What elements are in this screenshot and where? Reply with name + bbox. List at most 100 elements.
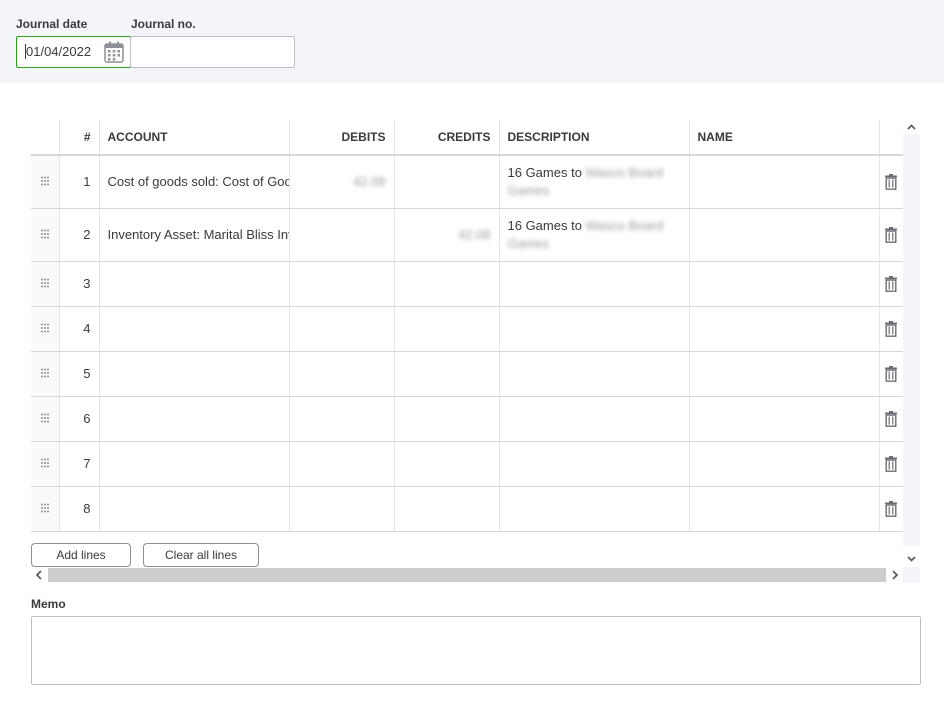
table-row[interactable]: 4 — [31, 306, 903, 352]
account-cell[interactable]: Inventory Asset: Marital Bliss Inventory — [99, 208, 290, 262]
journal-no-label: Journal no. — [131, 17, 196, 31]
scroll-up-icon[interactable] — [906, 122, 917, 133]
trash-icon[interactable] — [885, 275, 898, 292]
journal-date-field[interactable]: 01/04/2022 — [16, 36, 131, 68]
description-cell[interactable] — [499, 261, 690, 307]
delete-row-cell[interactable] — [879, 396, 903, 442]
description-cell[interactable] — [499, 306, 690, 352]
table-row[interactable]: 8 — [31, 486, 903, 532]
drag-handle-icon[interactable] — [40, 176, 50, 186]
name-cell[interactable] — [689, 306, 880, 352]
name-cell[interactable] — [689, 208, 880, 262]
name-cell[interactable] — [689, 396, 880, 442]
name-cell[interactable] — [689, 351, 880, 397]
trash-icon[interactable] — [885, 174, 898, 190]
table-row[interactable]: 6 — [31, 396, 903, 442]
scrollbar-corner — [903, 567, 920, 583]
credit-cell[interactable] — [394, 396, 500, 442]
credit-cell[interactable] — [394, 441, 500, 487]
scroll-down-icon[interactable] — [906, 553, 917, 564]
row-drag-handle[interactable] — [31, 441, 60, 487]
debit-cell[interactable]: 42.08 — [289, 155, 395, 209]
delete-row-cell[interactable] — [879, 441, 903, 487]
debit-cell[interactable] — [289, 261, 395, 307]
debit-cell[interactable] — [289, 441, 395, 487]
add-lines-button[interactable]: Add lines — [31, 543, 131, 567]
delete-row-cell[interactable] — [879, 351, 903, 397]
account-cell[interactable] — [99, 396, 290, 442]
description-cell[interactable]: 16 Games to Wasco Board Games — [499, 208, 690, 262]
description-cell[interactable]: 16 Games to Wasco Board Games — [499, 155, 690, 209]
description-cell[interactable] — [499, 396, 690, 442]
debit-cell[interactable] — [289, 208, 395, 262]
debit-cell[interactable] — [289, 396, 395, 442]
row-drag-handle[interactable] — [31, 306, 60, 352]
memo-field[interactable] — [31, 616, 921, 685]
drag-handle-icon[interactable] — [40, 229, 50, 239]
description-cell[interactable] — [499, 351, 690, 397]
row-drag-handle[interactable] — [31, 396, 60, 442]
trash-icon[interactable] — [885, 320, 898, 337]
row-drag-handle[interactable] — [31, 155, 60, 209]
row-drag-handle[interactable] — [31, 486, 60, 532]
account-cell[interactable] — [99, 351, 290, 397]
delete-row-cell[interactable] — [879, 155, 903, 209]
table-row[interactable]: 7 — [31, 441, 903, 487]
debit-cell[interactable] — [289, 351, 395, 397]
scroll-left-icon[interactable] — [33, 569, 45, 581]
drag-handle-icon[interactable] — [40, 368, 50, 378]
row-drag-handle[interactable] — [31, 351, 60, 397]
table-row[interactable]: 3 — [31, 261, 903, 307]
name-cell[interactable] — [689, 486, 880, 532]
horizontal-scrollbar[interactable] — [31, 567, 903, 583]
account-cell[interactable] — [99, 261, 290, 307]
account-cell[interactable] — [99, 486, 290, 532]
credit-cell[interactable] — [394, 155, 500, 209]
drag-handle-icon[interactable] — [40, 323, 50, 333]
trash-icon[interactable] — [885, 410, 898, 427]
account-cell[interactable]: Cost of goods sold: Cost of Goods Sold — [99, 155, 290, 209]
row-drag-handle[interactable] — [31, 261, 60, 307]
trash-icon[interactable] — [885, 226, 898, 243]
name-cell[interactable] — [689, 155, 880, 209]
credit-cell[interactable] — [394, 486, 500, 532]
scroll-right-icon[interactable] — [889, 569, 901, 581]
debit-cell[interactable] — [289, 306, 395, 352]
memo-label: Memo — [31, 597, 66, 611]
calendar-icon[interactable] — [104, 41, 124, 63]
account-cell[interactable] — [99, 306, 290, 352]
table-row[interactable]: 2Inventory Asset: Marital Bliss Inventor… — [31, 208, 903, 262]
drag-handle-icon[interactable] — [40, 458, 50, 468]
description-cell[interactable] — [499, 441, 690, 487]
delete-row-cell[interactable] — [879, 208, 903, 262]
drag-handle-icon[interactable] — [40, 413, 50, 423]
trash-icon[interactable] — [885, 365, 898, 382]
row-drag-handle[interactable] — [31, 208, 60, 262]
delete-row-cell[interactable] — [879, 306, 903, 352]
credit-cell[interactable] — [394, 306, 500, 352]
credit-cell[interactable]: 42.08 — [394, 208, 500, 262]
name-cell[interactable] — [689, 261, 880, 307]
table-row[interactable]: 5 — [31, 351, 903, 397]
journal-no-field[interactable] — [130, 36, 295, 68]
trash-icon[interactable] — [885, 455, 898, 472]
description-cell[interactable] — [499, 486, 690, 532]
vertical-scroll-track[interactable] — [903, 134, 920, 546]
debit-cell[interactable] — [289, 486, 395, 532]
trash-icon[interactable] — [885, 500, 898, 517]
handle-header — [31, 120, 60, 156]
account-cell[interactable] — [99, 441, 290, 487]
horizontal-scroll-thumb[interactable] — [48, 568, 886, 582]
credit-cell[interactable] — [394, 261, 500, 307]
table-row[interactable]: 1Cost of goods sold: Cost of Goods Sold 4… — [31, 155, 903, 209]
drag-handle-icon[interactable] — [40, 278, 50, 288]
credit-cell[interactable] — [394, 351, 500, 397]
delete-row-cell[interactable] — [879, 486, 903, 532]
row-number: 6 — [59, 396, 100, 442]
delete-row-cell[interactable] — [879, 261, 903, 307]
vertical-scrollbar[interactable] — [903, 120, 920, 570]
name-cell[interactable] — [689, 441, 880, 487]
col-header-number: # — [59, 120, 100, 156]
drag-handle-icon[interactable] — [40, 503, 50, 513]
clear-all-lines-button[interactable]: Clear all lines — [143, 543, 259, 567]
